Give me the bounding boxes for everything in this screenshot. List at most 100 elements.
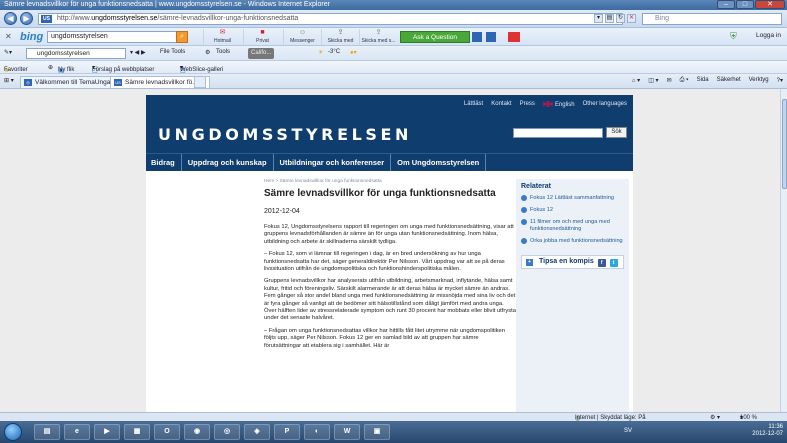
messenger-button[interactable]: ☺ Messenger bbox=[283, 29, 321, 45]
ask-question-button[interactable]: Ask a Question bbox=[400, 31, 470, 43]
tools-button[interactable]: Tools bbox=[216, 49, 230, 55]
forward-button[interactable]: ▶ bbox=[20, 12, 33, 25]
facebook-icon[interactable]: f bbox=[597, 259, 606, 267]
minimize-button[interactable]: – bbox=[717, 0, 735, 9]
taskbar-outlook-icon[interactable]: O bbox=[154, 424, 180, 440]
toolbar-app-icon[interactable] bbox=[472, 32, 482, 42]
favorites-item-label: WebSlice-galleri bbox=[180, 67, 224, 73]
taskbar-chart-icon[interactable]: ▦ bbox=[124, 424, 150, 440]
quick-tabs-icon[interactable]: ⊞ ▾ bbox=[4, 77, 14, 84]
mail-icon: ✉ bbox=[219, 29, 226, 36]
zoom-control[interactable]: ⌕ 100 % ▾ bbox=[740, 414, 757, 421]
scrollbar-thumb[interactable] bbox=[782, 99, 787, 189]
tipsa-en-kompis-button[interactable]: + Tipsa en kompis f t bbox=[521, 255, 624, 269]
stop-icon[interactable]: ✕ bbox=[627, 14, 636, 23]
start-button[interactable] bbox=[4, 423, 22, 441]
site-search-input[interactable] bbox=[513, 128, 603, 138]
mail-cmd-icon[interactable]: ✉ bbox=[667, 77, 672, 84]
help-icon[interactable]: ?▾ bbox=[777, 77, 783, 84]
top-link-english[interactable]: English bbox=[542, 101, 575, 108]
top-link-kontakt[interactable]: Kontakt bbox=[491, 101, 511, 108]
tab-bar: ⊞ ▾ ◎ Välkommen till TemaUnga... US Sämre … bbox=[0, 74, 787, 89]
taskbar-media-icon[interactable]: ▶ bbox=[94, 424, 120, 440]
related-link[interactable]: Fokus 12 Lättläst sammanfattning bbox=[521, 195, 624, 202]
temperature-label: -3°C bbox=[328, 49, 341, 55]
article-paragraph: Gruppens levnadsvillkor har analyserats … bbox=[264, 278, 516, 322]
nav-utbildningar[interactable]: Utbildningar och konferenser bbox=[274, 154, 392, 171]
article: Hem > Sämre levnadsvillkor för unga funk… bbox=[264, 179, 516, 355]
taskbar-explorer-icon[interactable]: ▤ bbox=[34, 424, 60, 440]
browser-search-input[interactable]: Bing bbox=[642, 13, 782, 25]
close-window-button[interactable]: ✕ bbox=[755, 0, 785, 9]
language-indicator[interactable]: SV bbox=[624, 428, 632, 434]
nav-bidrag[interactable]: Bidrag bbox=[146, 154, 182, 171]
top-link-other-languages[interactable]: Other languages bbox=[583, 101, 627, 108]
top-link-press[interactable]: Press bbox=[520, 101, 535, 108]
taskbar-firefox-icon[interactable]: ◉ bbox=[184, 424, 210, 440]
close-toolbar-icon[interactable]: ✕ bbox=[5, 32, 12, 41]
maximize-button[interactable]: □ bbox=[736, 0, 754, 9]
feeds-icon[interactable]: ◫ ▾ bbox=[648, 77, 658, 84]
safety-menu[interactable]: Säkerhet bbox=[717, 77, 741, 84]
page-menu[interactable]: Sida bbox=[697, 77, 709, 84]
tab-temaunga[interactable]: ◎ Välkommen till TemaUnga... bbox=[20, 76, 121, 88]
window-title-bar: Sämre levnadsvillkor för unga funktionsn… bbox=[0, 0, 787, 10]
login-link[interactable]: Logga in bbox=[756, 32, 781, 39]
related-link[interactable]: Fokus 12 bbox=[521, 207, 624, 214]
dropdown-icon[interactable]: ▾ bbox=[594, 14, 603, 23]
skicka-med-button[interactable]: ⇪ Skicka med bbox=[321, 29, 359, 45]
related-link[interactable]: Orka jobba med funktionsnedsättning bbox=[521, 238, 624, 245]
favorites-item-label: Ny flik bbox=[58, 67, 75, 73]
status-settings-icon[interactable]: ⚙ ▾ bbox=[710, 414, 720, 421]
bing-search-button[interactable]: ⌕ bbox=[176, 31, 188, 43]
privat-button[interactable]: ■ Privat bbox=[243, 29, 281, 45]
compatibility-icon[interactable]: ▤ bbox=[605, 14, 614, 23]
share-icon: ⇪ bbox=[337, 29, 344, 36]
address-bar[interactable]: http://www.ungdomsstyrelsen.se/sämre-lev… bbox=[38, 13, 623, 25]
favorites-item-forslag[interactable]: ◰ Förslag på webbplatser ▾ bbox=[92, 64, 154, 74]
twitter-icon[interactable]: t bbox=[609, 259, 618, 267]
site-search-button[interactable]: Sök bbox=[606, 127, 627, 138]
hotmail-button[interactable]: ✉ Hotmail bbox=[203, 29, 241, 45]
weather-search-box[interactable]: Califo... bbox=[248, 48, 275, 59]
taskbar-powerpoint-icon[interactable]: P bbox=[274, 424, 300, 440]
back-button[interactable]: ◀ bbox=[4, 12, 17, 25]
skicka-med-s-button[interactable]: ⇪ Skicka med s... bbox=[359, 29, 397, 45]
taskbar-app-icon[interactable]: ◐ bbox=[304, 424, 330, 440]
print-icon[interactable]: ⎙ ▾ bbox=[680, 77, 689, 84]
main-nav: Bidrag Uppdrag och kunskap Utbildningar … bbox=[146, 153, 633, 171]
page-title: Sämre levnadsvillkor för unga funktionsn… bbox=[264, 188, 496, 199]
nav-om[interactable]: Om Ungdomsstyrelsen bbox=[391, 154, 487, 171]
taskbar-network-icon[interactable]: ◈ bbox=[244, 424, 270, 440]
vertical-scrollbar[interactable] bbox=[780, 89, 787, 412]
toolbar-red-icon[interactable] bbox=[508, 32, 520, 42]
home-icon[interactable]: ⌂ ▾ bbox=[632, 77, 640, 84]
taskbar-explorer-2-icon[interactable]: ▣ bbox=[364, 424, 390, 440]
refresh-icon[interactable]: ↻ bbox=[616, 14, 625, 23]
new-tab-button[interactable] bbox=[194, 76, 206, 88]
nav-uppdrag[interactable]: Uppdrag och kunskap bbox=[182, 154, 274, 171]
toolbar-nav-icons[interactable]: ▾ ◀ ▶ bbox=[130, 49, 146, 56]
top-link-lattlast[interactable]: Lättläst bbox=[464, 101, 483, 108]
taskbar-word-icon[interactable]: W bbox=[334, 424, 360, 440]
file-tools-button[interactable]: File Tools bbox=[160, 49, 185, 55]
breadcrumb[interactable]: Hem > Sämre levnadsvillkor för unga funk… bbox=[264, 179, 516, 184]
site-logo[interactable]: UNGDOMSSTYRELSEN bbox=[158, 125, 412, 144]
taskbar-ie-icon[interactable]: e bbox=[64, 424, 90, 440]
article-paragraph: Fokus 12, Ungdomsstyrelsens rapport till… bbox=[264, 224, 514, 245]
toolbar-app-icon-2[interactable] bbox=[486, 32, 496, 42]
window-title: Sämre levnadsvillkor för unga funktionsn… bbox=[4, 1, 330, 8]
tools-menu[interactable]: Verktyg bbox=[749, 77, 769, 84]
privat-label: Privat bbox=[256, 38, 269, 44]
favorites-add-icon[interactable]: ⊕ bbox=[48, 64, 53, 71]
taskbar-chrome-icon[interactable]: ◎ bbox=[214, 424, 240, 440]
system-clock[interactable]: 11:36 2012-12-07 bbox=[752, 424, 783, 438]
gear-icon[interactable]: ⚙ bbox=[205, 49, 210, 56]
url-domain: ungdomsstyrelsen.se bbox=[91, 15, 158, 22]
bing-search-input[interactable]: ungdomsstyrelsen bbox=[47, 31, 187, 43]
favorites-item-label: Förslag på webbplatser bbox=[92, 67, 155, 73]
toolbar-search-input[interactable]: ungdomsstyrelsen bbox=[26, 48, 126, 59]
favorites-item-webslice[interactable]: ◰ WebSlice-galleri ▾ bbox=[180, 64, 223, 74]
related-link[interactable]: 11 filmer om och med unga med funktionsn… bbox=[521, 219, 624, 233]
toolbar-menu-icon[interactable]: ✎▾ bbox=[4, 49, 12, 56]
